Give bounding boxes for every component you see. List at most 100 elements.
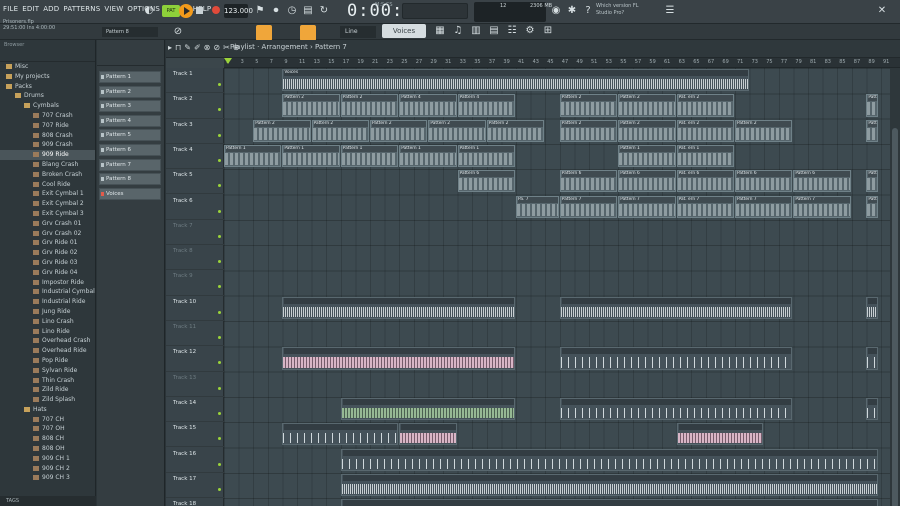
news-icon[interactable]: ☰ [664,4,676,18]
browser-sample[interactable]: 707 OH [0,424,95,434]
track-header[interactable]: Track 9 [166,270,224,296]
snap-icon[interactable]: ⊘ [172,25,184,39]
pattern-clip[interactable]: Pattern 7 [793,195,851,218]
browser-sample[interactable]: Exit Cymbal 2 [0,199,95,209]
scrollbar-thumb[interactable] [892,128,898,506]
step-edit-icon[interactable]: ▤ [302,4,314,18]
browser-sample[interactable]: Jung Ride [0,307,95,317]
pattern-clip[interactable]: Pattern 2 [253,119,311,142]
browser-sample[interactable]: 909 Crash [0,140,95,150]
pattern-clip[interactable]: Pat. ern 1 [676,144,734,168]
audio-clip[interactable] [559,397,793,421]
audio-clip[interactable] [866,347,878,370]
pattern-clip[interactable]: Pattern 6 [866,170,878,193]
pattern-clip[interactable]: Pattern 6 [559,170,618,193]
pattern-clip[interactable]: Pattern 2 [370,119,428,142]
delete-icon[interactable]: ⊗ [204,43,211,52]
track-header[interactable]: Track 7 [166,220,224,246]
pattern-clip[interactable]: Pattern 6 [618,170,676,193]
track-mute-led[interactable] [218,411,221,415]
channel-rack-icon[interactable]: ▥ [470,24,482,38]
browser-folder[interactable]: Drums [0,91,95,101]
pattern-clip[interactable]: Pattern 1 [457,144,515,168]
pattern-clip[interactable]: Pattern 2 [486,119,545,142]
audio-clip[interactable] [559,296,793,319]
pattern-item[interactable]: Pattern 3 [99,100,161,113]
pattern-clip[interactable]: Pattern 4 [457,94,515,117]
mixer-icon[interactable]: ▤ [488,24,500,38]
audio-clip[interactable] [340,397,515,421]
audio-clip[interactable] [676,423,764,446]
metronome-icon[interactable]: ⚑ [254,4,266,18]
help-icon[interactable]: ? [582,4,594,18]
track-mute-led[interactable] [218,234,221,238]
audio-clip[interactable] [399,423,457,446]
pattern-clip[interactable]: Pattern 1 [224,144,282,168]
pattern-clip[interactable]: Pat. ern 2 [676,94,734,117]
browser-sample[interactable]: 909 Ride [0,150,95,160]
track-header[interactable]: Track 2 [166,93,224,119]
pattern-clip[interactable]: Pat. ern 6 [676,170,734,193]
countdown-icon[interactable]: ◷ [286,4,298,18]
audio-clip[interactable] [282,423,399,446]
pattern-clip[interactable]: Pattern 2 [618,119,676,142]
menu-patterns[interactable]: PATTERNS [63,5,100,13]
channel-selector[interactable]: Voices [382,24,426,38]
pattern-clip[interactable]: Pa. 7 [516,195,559,218]
snap-selector[interactable]: Line [340,26,376,38]
audio-clip[interactable] [866,397,878,421]
browser-sample[interactable]: 808 Crash [0,131,95,141]
track-mute-led[interactable] [218,487,221,491]
menu-edit[interactable]: EDIT [22,5,39,13]
pattern-clip[interactable]: Pat. ern 7 [676,195,734,218]
audio-clip[interactable] [282,296,515,319]
tempo-display[interactable]: 123.000 [224,4,253,18]
browser-sample[interactable]: Grv Crash 01 [0,219,95,229]
loop-record-icon[interactable]: ↻ [318,4,330,18]
typing-keyboard-icon[interactable] [256,25,272,41]
step-sequencer-icon[interactable]: ⊞ [542,24,554,38]
browser-folder[interactable]: Packs [0,82,95,92]
track-mute-led[interactable] [218,285,221,289]
pattern-clip[interactable]: Pattern 1 [282,144,340,168]
browser-sample[interactable]: Grv Ride 01 [0,238,95,248]
pattern-clip[interactable]: Pat. ern 2 [676,119,734,142]
pattern-clip[interactable]: Pattern 7 [866,195,878,218]
pattern-item[interactable]: Pattern 6 [99,144,161,156]
close-icon[interactable]: ✕ [876,4,888,18]
audio-clip[interactable]: Voices [282,69,749,92]
track-header[interactable]: Track 6 [166,195,224,220]
stop-button[interactable] [196,7,203,14]
play-button[interactable] [179,4,193,18]
track-mute-led[interactable] [218,462,221,466]
online-icon[interactable]: ◉ [550,4,562,18]
track-mute-led[interactable] [218,361,221,365]
browser-sample[interactable]: Broken Crash [0,170,95,180]
browser-folder[interactable]: Cymbals [0,101,95,111]
track-header[interactable]: Track 4 [166,144,224,170]
browser-sample[interactable]: Industrial Cymbal [0,287,95,297]
pattern-item[interactable]: Pattern 2 [99,85,161,98]
track-header[interactable]: Track 3 [166,119,224,144]
browser-sample[interactable]: Grv Crash 02 [0,229,95,239]
pattern-clip[interactable]: Pattern 2 [340,94,399,117]
pattern-clip[interactable]: Pattern 2 [618,94,676,117]
browser-tags-button[interactable]: TAGS [0,496,96,506]
brush-icon[interactable]: ✐ [194,43,201,52]
browser-sample[interactable]: 808 CH [0,434,95,444]
pattern-clip[interactable]: Pattern 6 [457,170,515,193]
browser-sample[interactable]: Sylvan Ride [0,366,95,376]
playlist-grid[interactable]: Voices Pattern 2 Pattern 2 Pattern 4 Pattern… [224,68,890,506]
pattern-clip[interactable]: Pattern 1 [618,144,676,168]
browser-sample[interactable]: 909 CH 1 [0,454,95,464]
track-header[interactable]: Track 10 [166,296,224,321]
audio-clip[interactable] [340,499,878,506]
track-header[interactable]: Track 14 [166,397,224,423]
browser-sample[interactable]: Exit Cymbal 1 [0,189,95,199]
browser-sample[interactable]: Overhead Crash [0,336,95,346]
pattern-clip[interactable]: Pattern 6 [735,170,793,193]
browser-sample[interactable]: Lino Crash [0,317,95,327]
timeline-ruler[interactable]: 1 3 5 7 9 11 13 15 17 19 21 23 25 27 29 31 33 35 37 39 41 43 4… [224,58,900,68]
pattern-selector[interactable]: Pattern 8 [102,27,158,37]
menu-add[interactable]: ADD [43,5,59,13]
